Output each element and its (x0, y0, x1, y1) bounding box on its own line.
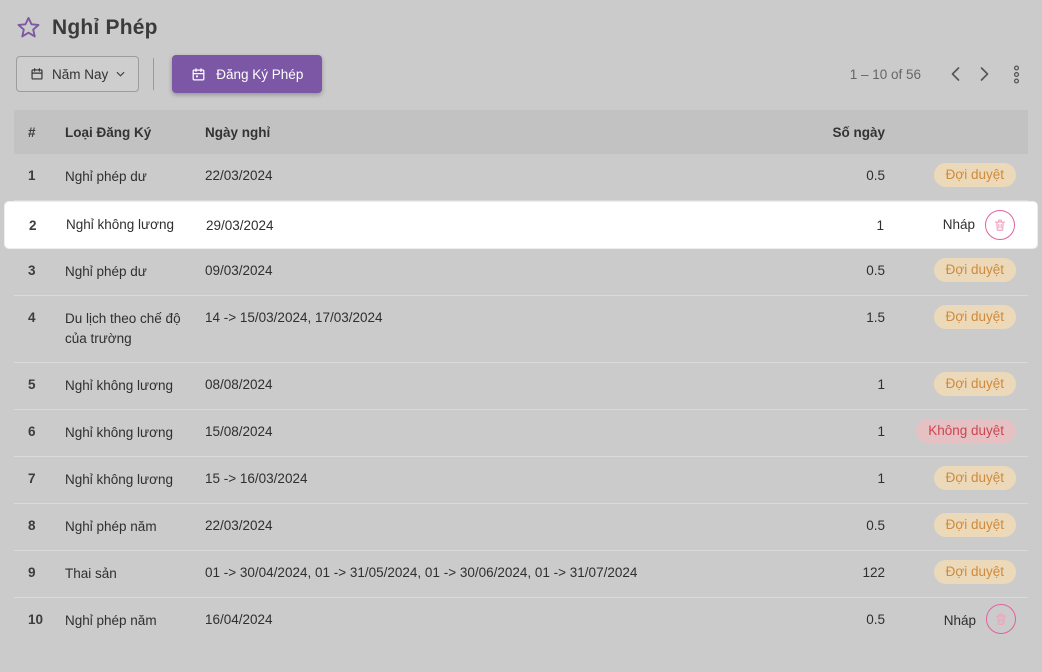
row-dates: 09/03/2024 (205, 262, 765, 279)
row-index: 9 (14, 564, 65, 581)
row-days: 0.5 (765, 517, 885, 534)
row-status-cell: Đợi duyệt (885, 163, 1028, 187)
calendar-icon (191, 67, 206, 82)
row-days: 122 (765, 564, 885, 581)
header-days: Số ngày (765, 124, 885, 141)
toolbar: Năm Nay Đăng Ký Phép 1 – 10 of 56 (16, 55, 1026, 93)
table-row[interactable]: 2 Nghỉ không lương 29/03/2024 1 Nháp (4, 201, 1038, 249)
row-days: 1 (764, 217, 884, 234)
row-dates: 22/03/2024 (205, 517, 765, 534)
row-days: 0.5 (765, 167, 885, 184)
table-row[interactable]: 4 Du lịch theo chế độ của trường 14 -> 1… (14, 296, 1028, 363)
row-dates: 22/03/2024 (205, 167, 765, 184)
row-status-cell: Nháp (884, 210, 1027, 240)
period-filter-button[interactable]: Năm Nay (16, 56, 139, 92)
row-dates: 16/04/2024 (205, 611, 765, 628)
row-index: 4 (14, 309, 65, 326)
period-filter-label: Năm Nay (52, 67, 108, 82)
row-dates: 08/08/2024 (205, 376, 765, 393)
page-title: Nghỉ Phép (52, 16, 158, 40)
row-dates: 14 -> 15/03/2024, 17/03/2024 (205, 309, 765, 326)
table-row[interactable]: 6 Nghỉ không lương 15/08/2024 1 Không du… (14, 410, 1028, 457)
row-status-cell: Đợi duyệt (885, 258, 1028, 282)
row-type: Nghỉ phép năm (65, 611, 205, 631)
register-leave-button[interactable]: Đăng Ký Phép (172, 55, 322, 93)
table-header-row: # Loại Đăng Ký Ngày nghỉ Số ngày (14, 110, 1028, 154)
row-days: 0.5 (765, 262, 885, 279)
row-type: Nghỉ không lương (65, 423, 205, 443)
row-type: Nghỉ không lương (66, 215, 206, 235)
row-days: 1.5 (765, 309, 885, 326)
row-index: 5 (14, 376, 65, 393)
table-row[interactable]: 1 Nghỉ phép dư 22/03/2024 0.5 Đợi duyệt (14, 154, 1028, 201)
row-type: Nghỉ phép năm (65, 517, 205, 537)
status-badge: Nháp (944, 609, 978, 633)
status-badge: Đợi duyệt (934, 305, 1016, 329)
row-dates: 01 -> 30/04/2024, 01 -> 31/05/2024, 01 -… (205, 564, 765, 581)
row-index: 8 (14, 517, 65, 534)
delete-button[interactable] (985, 210, 1015, 240)
row-index: 1 (14, 167, 65, 184)
row-index: 2 (15, 217, 66, 234)
row-dates: 29/03/2024 (206, 217, 764, 234)
row-index: 6 (14, 423, 65, 440)
table-row[interactable]: 5 Nghỉ không lương 08/08/2024 1 Đợi duyệ… (14, 363, 1028, 410)
pagination-range: 1 – 10 of 56 (850, 67, 921, 82)
favorite-star-icon[interactable] (16, 15, 41, 40)
row-dates: 15/08/2024 (205, 423, 765, 440)
table-row[interactable]: 3 Nghỉ phép dư 09/03/2024 0.5 Đợi duyệt (14, 249, 1028, 296)
row-status-cell: Đợi duyệt (885, 466, 1028, 490)
row-type: Du lịch theo chế độ của trường (65, 309, 205, 349)
leave-table-body: 1 Nghỉ phép dư 22/03/2024 0.5 Đợi duyệt … (14, 154, 1028, 647)
status-badge: Đợi duyệt (934, 163, 1016, 187)
status-badge: Đợi duyệt (934, 560, 1016, 584)
row-type: Thai sản (65, 564, 205, 584)
row-days: 1 (765, 423, 885, 440)
register-leave-label: Đăng Ký Phép (216, 67, 303, 82)
table-row[interactable]: 8 Nghỉ phép năm 22/03/2024 0.5 Đợi duyệt (14, 504, 1028, 551)
row-status-cell: Đợi duyệt (885, 560, 1028, 584)
calendar-icon (30, 67, 44, 81)
more-options-icon[interactable] (999, 59, 1026, 90)
row-days: 0.5 (765, 611, 885, 628)
header-type: Loại Đăng Ký (65, 124, 205, 141)
trash-icon (993, 218, 1007, 232)
row-index: 7 (14, 470, 65, 487)
status-badge: Đợi duyệt (934, 372, 1016, 396)
trash-icon (994, 612, 1008, 626)
pagination: 1 – 10 of 56 (850, 59, 1026, 90)
row-status-cell: Đợi duyệt (885, 372, 1028, 396)
delete-button[interactable] (986, 604, 1016, 634)
leave-page: Nghỉ Phép Năm Nay Đăng Ký Phép 1 (0, 0, 1042, 672)
row-days: 1 (765, 470, 885, 487)
status-badge: Đợi duyệt (934, 466, 1016, 490)
page-header: Nghỉ Phép (0, 0, 1042, 40)
next-page-button[interactable] (970, 61, 999, 87)
row-type: Nghỉ không lương (65, 470, 205, 490)
row-type: Nghỉ phép dư (65, 262, 205, 282)
row-index: 10 (14, 611, 65, 628)
prev-page-button[interactable] (941, 61, 970, 87)
header-dates: Ngày nghỉ (205, 124, 765, 141)
table-row[interactable]: 10 Nghỉ phép năm 16/04/2024 0.5 Nháp (14, 598, 1028, 647)
row-status-cell: Đợi duyệt (885, 305, 1028, 329)
row-status-cell: Nháp (885, 607, 1028, 634)
row-status-cell: Không duyệt (885, 419, 1028, 443)
row-status-cell: Đợi duyệt (885, 513, 1028, 537)
row-index: 3 (14, 262, 65, 279)
table-row[interactable]: 9 Thai sản 01 -> 30/04/2024, 01 -> 31/05… (14, 551, 1028, 598)
status-badge: Nháp (943, 213, 977, 237)
header-index: # (14, 124, 65, 141)
row-type: Nghỉ phép dư (65, 167, 205, 187)
table-row[interactable]: 7 Nghỉ không lương 15 -> 16/03/2024 1 Đợ… (14, 457, 1028, 504)
toolbar-divider (153, 58, 154, 90)
status-badge: Đợi duyệt (934, 513, 1016, 537)
leave-table: # Loại Đăng Ký Ngày nghỉ Số ngày 1 Nghỉ … (14, 110, 1028, 647)
row-type: Nghỉ không lương (65, 376, 205, 396)
row-days: 1 (765, 376, 885, 393)
status-badge: Đợi duyệt (934, 258, 1016, 282)
row-dates: 15 -> 16/03/2024 (205, 470, 765, 487)
chevron-down-icon (116, 71, 125, 77)
status-badge: Không duyệt (916, 419, 1016, 443)
